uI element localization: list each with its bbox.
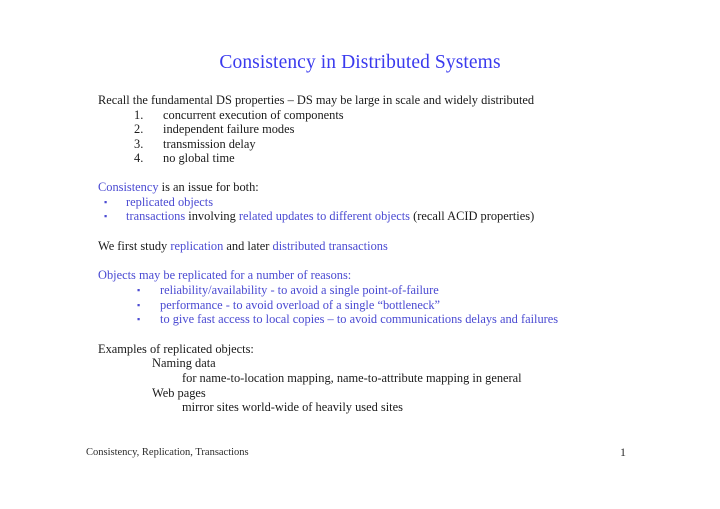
- slide-body: Recall the fundamental DS properties – D…: [98, 93, 658, 415]
- reason-bullet-item: ▪ reliability/availability - to avoid a …: [98, 283, 658, 298]
- list-text: transmission delay: [163, 136, 256, 151]
- list-number: 2.: [134, 122, 144, 137]
- study-segment: replication: [170, 238, 224, 253]
- slide-title: Consistency in Distributed Systems: [219, 52, 501, 73]
- slide: Consistency in Distributed Systems Recal…: [0, 0, 720, 509]
- study-line: We first study replication and later dis…: [98, 239, 658, 254]
- numbered-list-item: 4. no global time: [98, 151, 658, 166]
- list-number: 3.: [134, 136, 144, 151]
- list-number: 1.: [134, 107, 144, 122]
- intro-line: Recall the fundamental DS properties – D…: [98, 93, 535, 107]
- study-segment: distributed transactions: [272, 238, 388, 253]
- reason-bullet-item: ▪ performance - to avoid overload of a s…: [98, 298, 658, 313]
- bullet-icon: ▪: [137, 314, 141, 325]
- numbered-list-item: 2. independent failure modes: [98, 122, 658, 137]
- page-number: 1: [620, 445, 626, 459]
- consistency-heading-rest: is an issue for both:: [158, 179, 259, 194]
- list-text: no global time: [163, 151, 235, 166]
- bullet-text: reliability/availability - to avoid a si…: [160, 282, 439, 297]
- examples-heading: Examples of replicated objects:: [98, 341, 254, 356]
- bullet-icon: ▪: [137, 284, 141, 295]
- example-detail: mirror sites world-wide of heavily used …: [182, 400, 403, 415]
- numbered-list-item: 1. concurrent execution of components: [98, 108, 658, 123]
- bullet-icon: ▪: [104, 211, 108, 222]
- bullet-icon: ▪: [137, 299, 141, 310]
- study-segment: We first study: [98, 238, 171, 253]
- reason-bullet-item: ▪ to give fast access to local copies – …: [98, 312, 658, 327]
- list-number: 4.: [134, 151, 144, 166]
- example-item: Naming data: [152, 356, 216, 371]
- bullet-text-segment: transactions: [126, 209, 186, 224]
- footer-text: Consistency, Replication, Transactions: [86, 447, 249, 458]
- example-detail: for name-to-location mapping, name-to-at…: [182, 370, 522, 385]
- list-text: concurrent execution of components: [163, 107, 344, 122]
- bullet-icon: ▪: [104, 196, 108, 207]
- list-text: independent failure modes: [163, 122, 295, 137]
- bullet-text-segment: involving: [185, 209, 239, 224]
- consistency-heading: Consistency is an issue for both:: [98, 180, 658, 195]
- consistency-keyword: Consistency: [98, 179, 159, 194]
- bullet-text: to give fast access to local copies – to…: [160, 312, 559, 327]
- numbered-list-item: 3. transmission delay: [98, 137, 658, 152]
- consistency-bullet-item: ▪ replicated objects: [98, 195, 658, 210]
- bullet-text: performance - to avoid overload of a sin…: [160, 297, 441, 312]
- bullet-text-segment: (recall ACID properties): [410, 209, 535, 224]
- bullet-text: replicated objects: [126, 194, 214, 209]
- bullet-text-segment: related updates to different objects: [238, 209, 410, 224]
- reasons-heading: Objects may be replicated for a number o…: [98, 268, 352, 283]
- example-item: Web pages: [152, 385, 206, 400]
- consistency-bullet-item: ▪ transactions involving related updates…: [98, 209, 658, 224]
- study-segment: and later: [223, 238, 273, 253]
